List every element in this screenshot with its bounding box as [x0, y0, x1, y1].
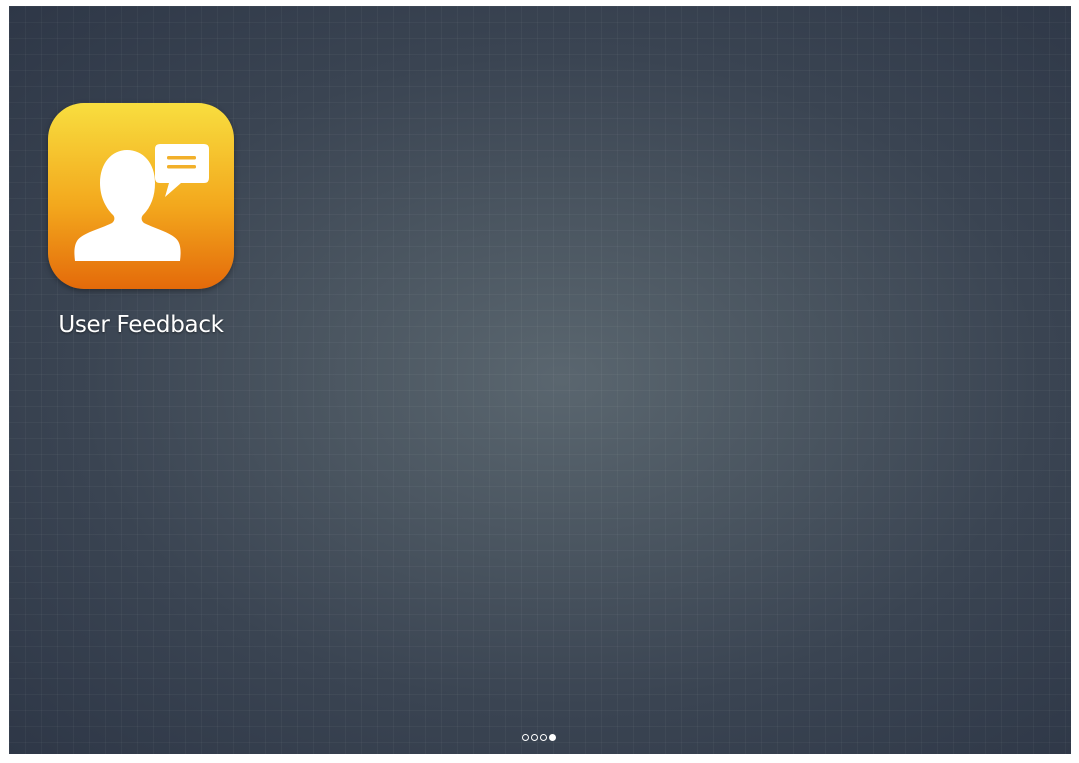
home-screen: User Feedback	[9, 6, 1071, 754]
page-dot-1[interactable]	[522, 734, 529, 741]
page-indicator	[522, 734, 556, 741]
page-dot-2[interactable]	[531, 734, 538, 741]
page-dot-4-active[interactable]	[549, 734, 556, 741]
app-icon-user-feedback[interactable]	[48, 103, 234, 289]
user-feedback-icon	[48, 103, 234, 289]
app-label-user-feedback[interactable]: User Feedback	[31, 312, 251, 338]
page-dot-3[interactable]	[540, 734, 547, 741]
